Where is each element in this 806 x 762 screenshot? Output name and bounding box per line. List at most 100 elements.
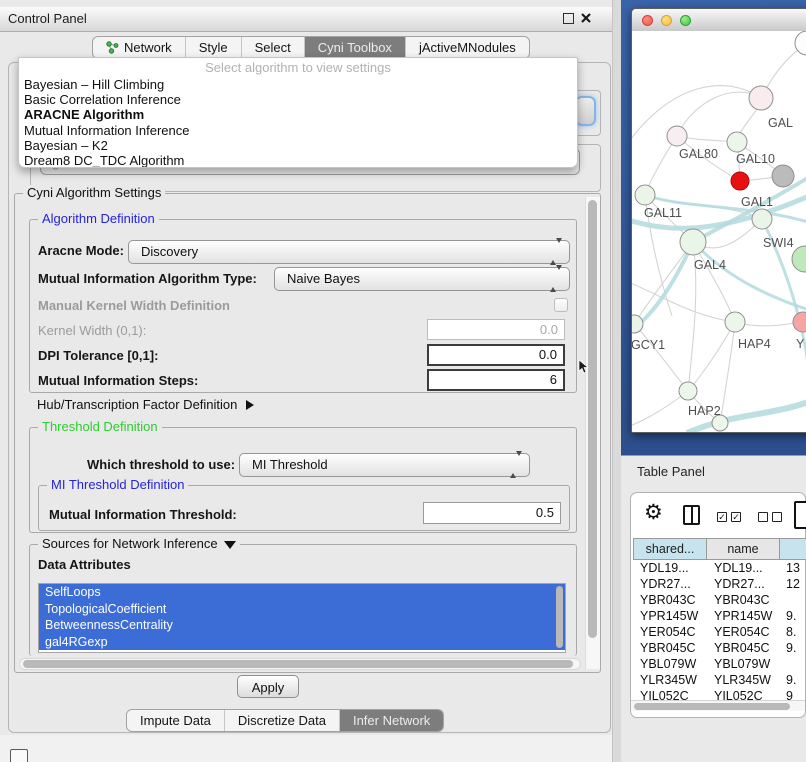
tab-style[interactable]: Style	[185, 37, 241, 58]
table-hscrollbar-thumb[interactable]	[634, 703, 790, 710]
attribute-item-topologicalcoefficient[interactable]: TopologicalCoefficient	[39, 601, 565, 618]
minimize-traffic-icon[interactable]	[661, 15, 672, 26]
table-cell: 8.	[780, 624, 806, 640]
table-row[interactable]: YBR045CYBR045C9.	[633, 640, 806, 656]
table-cell: 9	[780, 688, 806, 700]
node-red[interactable]	[731, 172, 749, 190]
kernel-width-field[interactable]: 0.0	[427, 319, 565, 340]
zoom-traffic-icon[interactable]	[680, 15, 691, 26]
which-threshold-value: MI Threshold	[252, 454, 328, 476]
table-row[interactable]: YBR043CYBR043C	[633, 592, 806, 608]
tab-select[interactable]: Select	[241, 37, 304, 58]
unchecked-box-icon[interactable]	[758, 512, 768, 522]
network-window-titlebar[interactable]	[632, 9, 806, 32]
algorithm-option-bayesian-hill-climbing[interactable]: Bayesian – Hill Climbing	[19, 77, 577, 92]
table-row[interactable]: YLR345WYLR345W9.	[633, 672, 806, 688]
threshold-definition-group: Threshold Definition Which threshold to …	[29, 427, 577, 533]
table-row[interactable]: YER054CYER054C8.	[633, 624, 806, 640]
mi-type-label: Mutual Information Algorithm Type:	[38, 271, 257, 286]
columns-icon[interactable]	[683, 505, 700, 525]
mi-threshold-field[interactable]: 0.5	[423, 502, 561, 524]
checked-box-icon[interactable]: ✓	[731, 512, 741, 522]
algorithm-option-bayesian-k2[interactable]: Bayesian – K2	[19, 138, 577, 153]
attribute-item-betweennesscentrality[interactable]: BetweennessCentrality	[39, 617, 565, 634]
dpi-tolerance-field[interactable]: 0.0	[427, 344, 565, 366]
hub-definition-expander[interactable]: Hub/Transcription Factor Definition	[37, 397, 254, 412]
node-swi4[interactable]	[752, 209, 772, 229]
list-scrollbar-thumb[interactable]	[556, 586, 563, 648]
network-node-label-gal10: GAL10	[736, 152, 775, 166]
table-row[interactable]: YBL079WYBL079W	[633, 656, 806, 672]
unchecked-box-icon[interactable]	[772, 512, 782, 522]
table-cell: YPR145W	[633, 608, 707, 624]
gear-icon[interactable]: ⚙	[644, 500, 663, 526]
table-row[interactable]: YIL052CYIL052C9	[633, 688, 806, 700]
data-attributes-label: Data Attributes	[38, 557, 131, 572]
column-header-shared[interactable]: shared...	[633, 538, 707, 560]
tab-cyni-toolbox[interactable]: Cyni Toolbox	[304, 37, 405, 58]
node-gal10[interactable]	[727, 132, 747, 152]
node-hap2[interactable]	[679, 382, 697, 400]
node-gray[interactable]	[772, 165, 794, 187]
settings-vscrollbar-thumb[interactable]	[588, 200, 597, 638]
table-cell: YLR345W	[707, 672, 780, 688]
network-view-window[interactable]: GALGAL80GAL10GAL1GAL11SWI4GAL4GCY1HAP4YH…	[631, 8, 806, 433]
attribute-item-selfloops[interactable]: SelfLoops	[39, 584, 565, 601]
table-cell: YBR043C	[707, 592, 780, 608]
network-node-label-gal4: GAL4	[694, 258, 726, 272]
mi-type-combo[interactable]: Naive Bayes	[274, 267, 570, 291]
sources-title[interactable]: Sources for Network Inference	[38, 536, 240, 551]
manual-kernel-checkbox[interactable]	[554, 298, 568, 312]
checked-box-icon[interactable]: ✓	[717, 512, 727, 522]
settings-hscrollbar[interactable]	[19, 658, 581, 670]
node-table[interactable]: YDL19...YDL19...13YDR27...YDR27...12YBR0…	[633, 560, 806, 700]
table-cell: 12	[780, 576, 806, 592]
node-hap4[interactable]	[725, 312, 745, 332]
tab-infer-network[interactable]: Infer Network	[339, 710, 443, 731]
page-icon[interactable]	[794, 501, 806, 529]
node-gcy1[interactable]	[632, 315, 643, 333]
network-canvas[interactable]: GALGAL80GAL10GAL1GAL11SWI4GAL4GCY1HAP4YH…	[632, 31, 806, 433]
algorithm-option-basic-correlation-inference[interactable]: Basic Correlation Inference	[19, 92, 577, 107]
settings-vscrollbar[interactable]	[585, 197, 600, 669]
algorithm-option-mutual-information-inference[interactable]: Mutual Information Inference	[19, 123, 577, 138]
data-attributes-list[interactable]: SelfLoopsTopologicalCoefficientBetweenne…	[38, 583, 566, 653]
collapsed-panel-icon[interactable]	[10, 749, 28, 762]
node-gal4[interactable]	[680, 229, 706, 255]
algorithm-option-dream8-dc-tdc-algorithm[interactable]: Dream8 DC_TDC Algorithm	[19, 153, 577, 168]
table-row[interactable]: YPR145WYPR145W9.	[633, 608, 806, 624]
tab-network[interactable]: Network	[93, 37, 185, 58]
tab-jactivemnodules[interactable]: jActiveMNodules	[405, 37, 529, 58]
tab-impute-data[interactable]: Impute Data	[127, 710, 224, 731]
attribute-item-gal4rgexp[interactable]: gal4RGexp	[39, 634, 565, 651]
dpi-tolerance-label: DPI Tolerance [0,1]:	[38, 348, 158, 363]
focused-combo-fragment[interactable]	[577, 98, 594, 124]
network-edge	[634, 242, 693, 324]
mi-steps-field[interactable]: 6	[427, 369, 565, 391]
tab-discretize-data[interactable]: Discretize Data	[224, 710, 339, 731]
aracne-mode-combo[interactable]: Discovery	[128, 240, 570, 264]
algorithm-option-aracne-algorithm[interactable]: ARACNE Algorithm	[19, 107, 577, 122]
table-row[interactable]: YDL19...YDL19...13	[633, 560, 806, 576]
table-row[interactable]: YDR27...YDR27...12	[633, 576, 806, 592]
table-hscrollbar[interactable]	[631, 700, 805, 711]
node-pink-top[interactable]	[749, 86, 773, 110]
column-header-name[interactable]: name	[706, 538, 780, 560]
control-panel-tabs: NetworkStyleSelectCyni ToolboxjActiveMNo…	[92, 36, 530, 59]
table-cell: 9.	[780, 672, 806, 688]
node-gal80[interactable]	[667, 126, 687, 146]
close-traffic-icon[interactable]	[642, 15, 653, 26]
which-threshold-combo[interactable]: MI Threshold	[239, 453, 530, 477]
close-icon[interactable]	[580, 12, 592, 24]
node-green-right[interactable]	[792, 246, 806, 272]
network-edge	[688, 322, 735, 391]
column-header-3[interactable]	[779, 538, 806, 560]
bottom-strip	[0, 735, 621, 762]
panel-divider[interactable]	[612, 0, 621, 762]
network-icon	[106, 41, 119, 54]
node-salmon[interactable]	[793, 312, 806, 332]
settings-hscrollbar-thumb[interactable]	[23, 660, 573, 668]
node-gal11[interactable]	[635, 185, 655, 205]
float-window-button[interactable]	[563, 13, 574, 24]
apply-button[interactable]: Apply	[237, 675, 299, 698]
